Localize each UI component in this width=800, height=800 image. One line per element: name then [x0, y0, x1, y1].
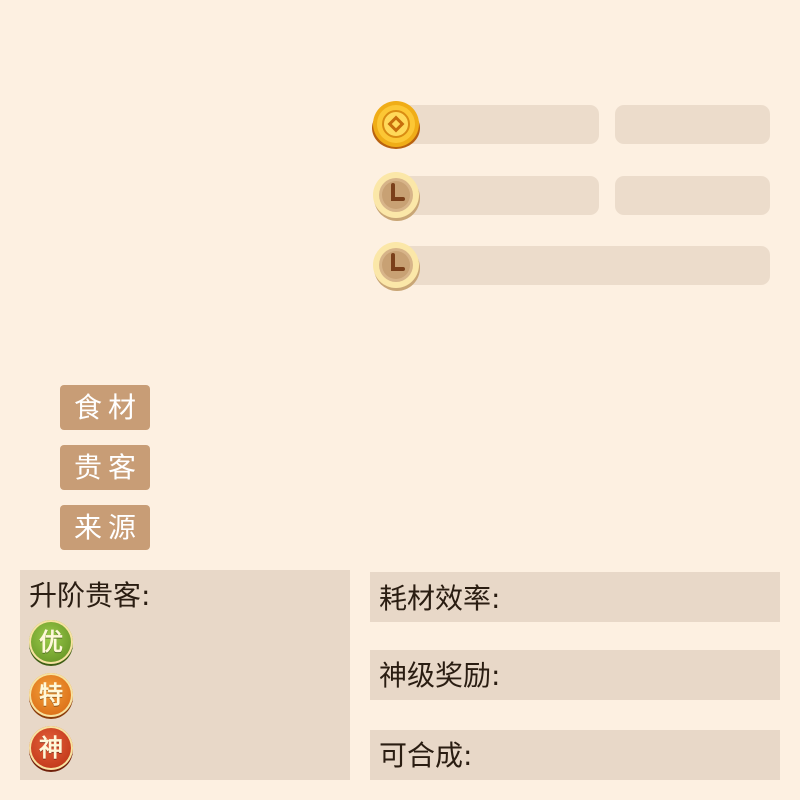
- craftable-label: 可合成:: [379, 739, 473, 772]
- time-bar: [395, 176, 599, 215]
- clock-icon: [370, 240, 422, 292]
- price-bar: [395, 105, 599, 144]
- efficiency-label: 耗材效率:: [379, 582, 501, 615]
- price-secondary-bar: [615, 105, 770, 144]
- badge-excellent-icon: 优: [29, 620, 73, 664]
- time-total-bar: [395, 246, 770, 285]
- badge-special-icon: 特: [29, 673, 73, 717]
- badge-divine-icon: 神: [29, 726, 73, 770]
- coin-icon: [370, 99, 422, 151]
- tag-ingredients[interactable]: 食材: [60, 385, 150, 430]
- upgrade-guests-title: 升阶贵客:: [29, 579, 151, 612]
- clock-icon: [370, 170, 422, 222]
- tag-guests[interactable]: 贵客: [60, 445, 150, 490]
- god-reward-label: 神级奖励:: [379, 659, 501, 692]
- time-secondary-bar: [615, 176, 770, 215]
- tag-source[interactable]: 来源: [60, 505, 150, 550]
